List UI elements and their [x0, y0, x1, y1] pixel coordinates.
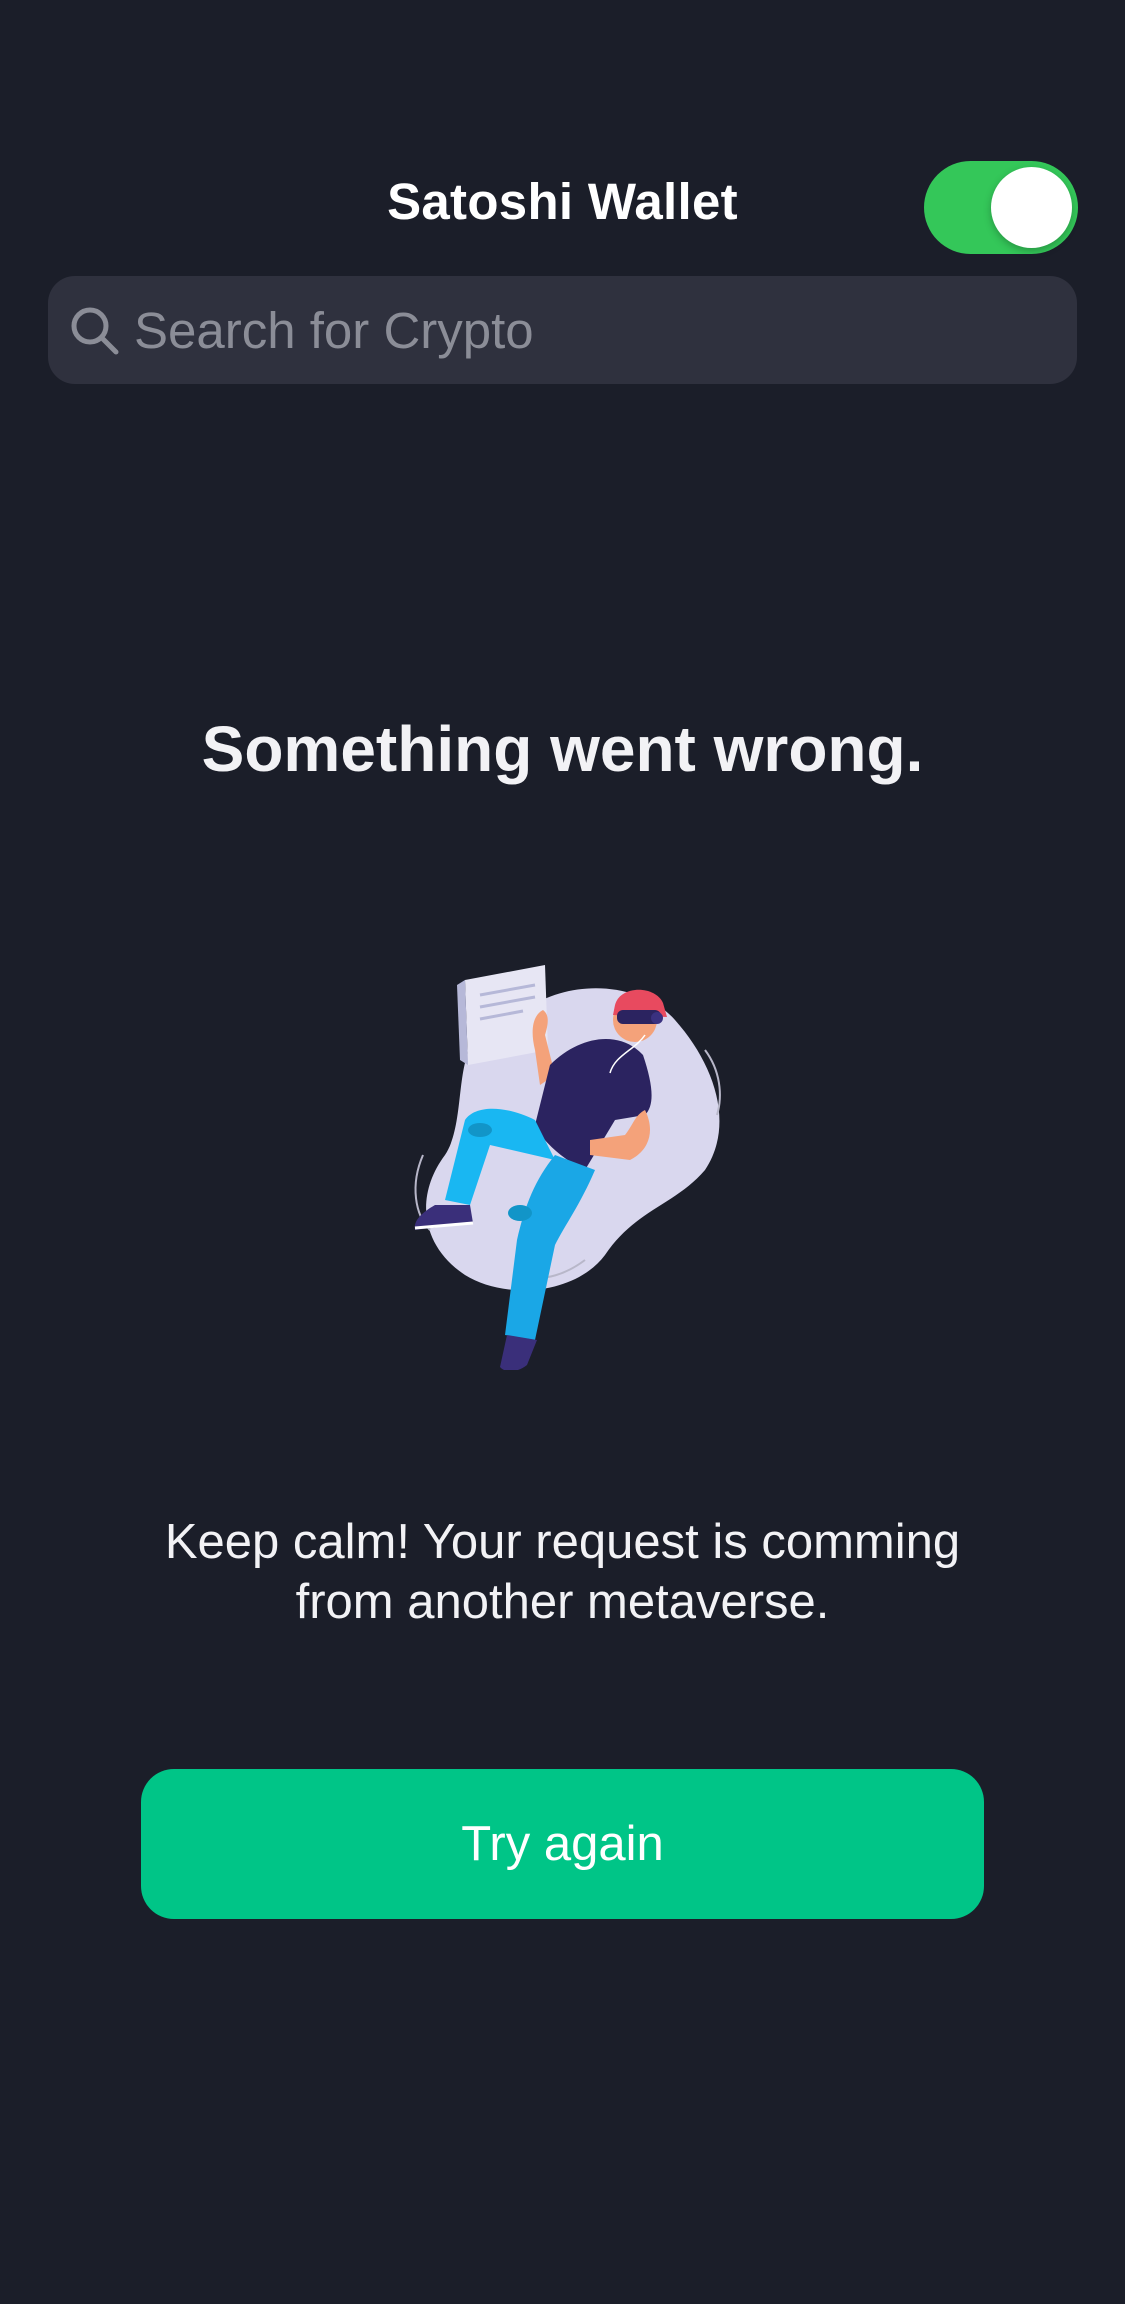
search-input[interactable]: [134, 276, 1054, 384]
search-bar[interactable]: [48, 276, 1077, 384]
error-title: Something went wrong.: [201, 713, 924, 785]
toggle-knob: [991, 167, 1072, 248]
error-message-line: Keep calm! Your request is comming: [164, 1515, 961, 1569]
try-again-button[interactable]: Try again: [141, 1769, 984, 1919]
theme-toggle[interactable]: [924, 161, 1078, 254]
error-message: Keep calm! Your request is comming from …: [100, 1512, 1025, 1632]
search-icon: [71, 307, 119, 355]
error-screen: Satoshi Wallet Something went wrong.: [0, 0, 1125, 2304]
person-floating-illustration: [414, 965, 721, 1370]
error-message-line: from another metaverse.: [295, 1575, 830, 1629]
